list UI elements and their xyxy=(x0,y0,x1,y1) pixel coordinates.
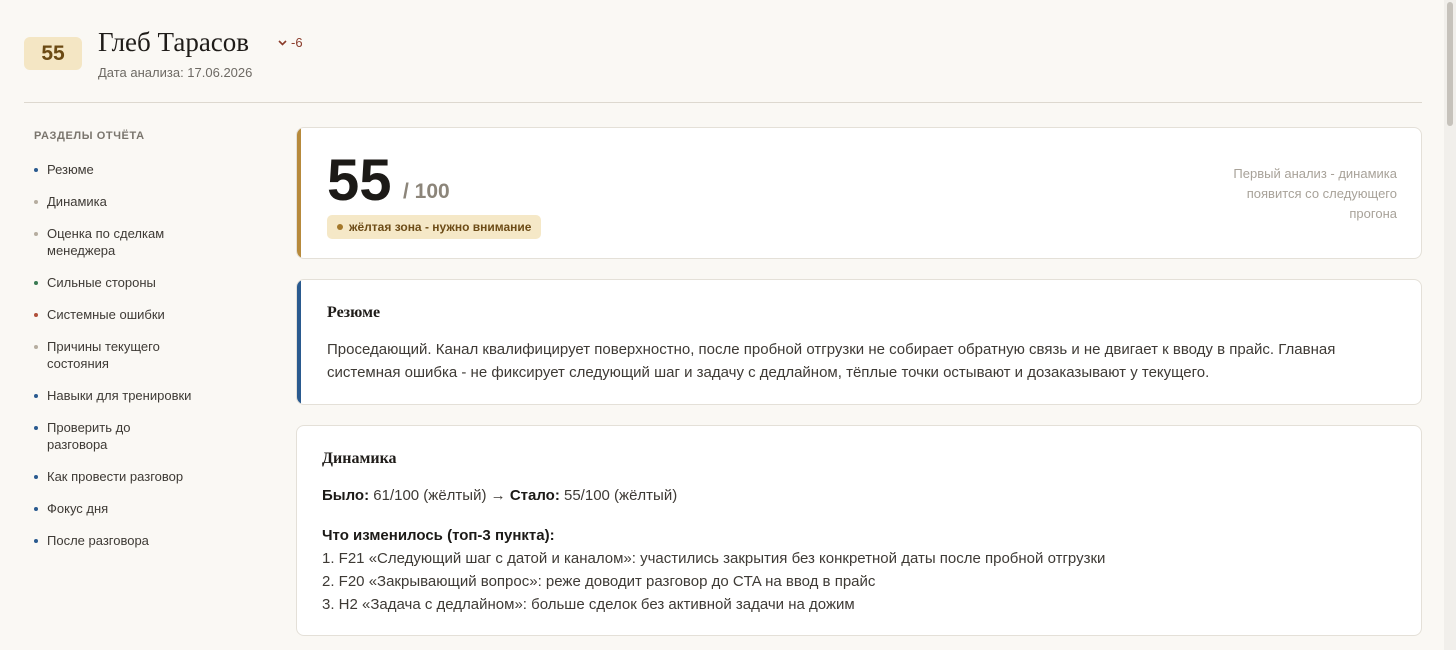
bullet-dot-icon xyxy=(34,200,38,204)
resume-card: Резюме Проседающий. Канал квалифицирует … xyxy=(296,279,1422,405)
was-value: 61/100 (жёлтый) xyxy=(373,487,487,504)
bullet-dot-icon xyxy=(34,507,38,511)
changes-title: Что изменилось (топ-3 пункта): xyxy=(322,527,555,544)
arrow-right-icon: → xyxy=(490,487,506,504)
sidebar-title: РАЗДЕЛЫ ОТЧЁТА xyxy=(34,130,145,142)
header-divider xyxy=(24,102,1422,103)
sidebar-item-label: Системные ошибки xyxy=(47,307,165,322)
now-label: Стало: xyxy=(509,487,560,504)
bullet-dot-icon xyxy=(34,345,38,349)
change-item: 3. H2 «Задача с дедлайном»: больше сдело… xyxy=(322,596,855,613)
sidebar-item[interactable]: Оценка по сделкам менеджера xyxy=(34,225,194,259)
scrollbar-thumb[interactable] xyxy=(1447,2,1453,126)
sidebar-item-label: Динамика xyxy=(47,194,107,209)
sidebar-item[interactable]: Системные ошибки xyxy=(34,306,194,323)
score-delta: -6 xyxy=(278,35,303,50)
sidebar-item-label: Сильные стороны xyxy=(47,275,156,290)
score-card-accent xyxy=(297,128,301,258)
sidebar-item-label: Как провести разговор xyxy=(47,469,184,484)
sidebar-item-label: После разговора xyxy=(47,533,149,548)
dynamics-title: Динамика xyxy=(322,450,397,467)
resume-title: Резюме xyxy=(327,304,381,321)
was-label: Было: xyxy=(322,487,370,504)
dynamics-comparison: Было: 61/100 (жёлтый) → Стало: 55/100 (ж… xyxy=(322,484,1402,507)
analysis-date: Дата анализа: 17.06.2026 xyxy=(98,65,253,80)
zone-badge: жёлтая зона - нужно внимание xyxy=(327,215,542,239)
bullet-dot-icon xyxy=(34,281,38,285)
zone-label: жёлтая зона - нужно внимание xyxy=(349,220,532,234)
score-out-of: / 100 xyxy=(403,180,450,203)
bullet-dot-icon xyxy=(34,313,38,317)
score-card: 55 / 100 жёлтая зона - нужно внимание Пе… xyxy=(296,127,1422,259)
manager-name: Глеб Тарасов xyxy=(98,27,250,57)
sidebar-item-label: Оценка по сделкам менеджера xyxy=(47,226,165,258)
sidebar-item[interactable]: Динамика xyxy=(34,193,194,210)
bullet-dot-icon xyxy=(34,475,38,479)
chevron-down-icon xyxy=(278,39,287,46)
bullet-dot-icon xyxy=(34,168,38,172)
bullet-dot-icon xyxy=(34,232,38,236)
sidebar-item-label: Фокус дня xyxy=(47,501,109,516)
report-sections-nav: РАЗДЕЛЫ ОТЧЁТА Резюме Динамика Оценка по с… xyxy=(34,128,234,564)
page-scrollbar[interactable] xyxy=(1444,0,1456,650)
delta-value: -6 xyxy=(291,35,303,50)
resume-text: Проседающий. Канал квалифицирует поверхн… xyxy=(327,341,1336,381)
sidebar-item-label: Резюме xyxy=(47,162,94,177)
dynamics-card: Динамика Было: 61/100 (жёлтый) → Стало: … xyxy=(296,425,1422,636)
big-score: 55 xyxy=(327,148,392,213)
sidebar-item[interactable]: Сильные стороны xyxy=(34,274,194,291)
sidebar-item[interactable]: Резюме xyxy=(34,161,194,178)
dynamics-note: Первый анализ - динамика появится со сле… xyxy=(1233,166,1397,221)
bullet-dot-icon xyxy=(34,426,38,430)
bullet-dot-icon xyxy=(34,394,38,398)
bullet-dot-icon xyxy=(34,539,38,543)
sidebar-list: Резюме Динамика Оценка по сделкам менеджер… xyxy=(34,161,234,549)
sidebar-item[interactable]: После разговора xyxy=(34,532,194,549)
sidebar-item[interactable]: Как провести разговор xyxy=(34,468,194,485)
sidebar-item[interactable]: Причины текущего состояния xyxy=(34,338,194,372)
score-badge: 55 xyxy=(24,37,82,70)
sidebar-item-label: Проверить до разговора xyxy=(47,420,131,452)
report-header: 55 Глеб Тарасов -6 Дата анализа: 17.06.2… xyxy=(24,26,1422,102)
sidebar-item-label: Причины текущего состояния xyxy=(47,339,160,371)
now-value: 55/100 (жёлтый) xyxy=(564,487,678,504)
resume-card-accent xyxy=(297,280,301,404)
dynamics-body: Было: 61/100 (жёлтый) → Стало: 55/100 (ж… xyxy=(322,484,1402,616)
sidebar-item[interactable]: Проверить до разговора xyxy=(34,419,194,453)
zone-dot-icon xyxy=(337,224,343,230)
change-item: 1. F21 «Следующий шаг с датой и каналом»… xyxy=(322,550,1106,567)
sidebar-item[interactable]: Навыки для тренировки xyxy=(34,387,194,404)
sidebar-item-label: Навыки для тренировки xyxy=(47,388,192,403)
change-item: 2. F20 «Закрывающий вопрос»: реже доводи… xyxy=(322,573,876,590)
sidebar-item[interactable]: Фокус дня xyxy=(34,500,194,517)
